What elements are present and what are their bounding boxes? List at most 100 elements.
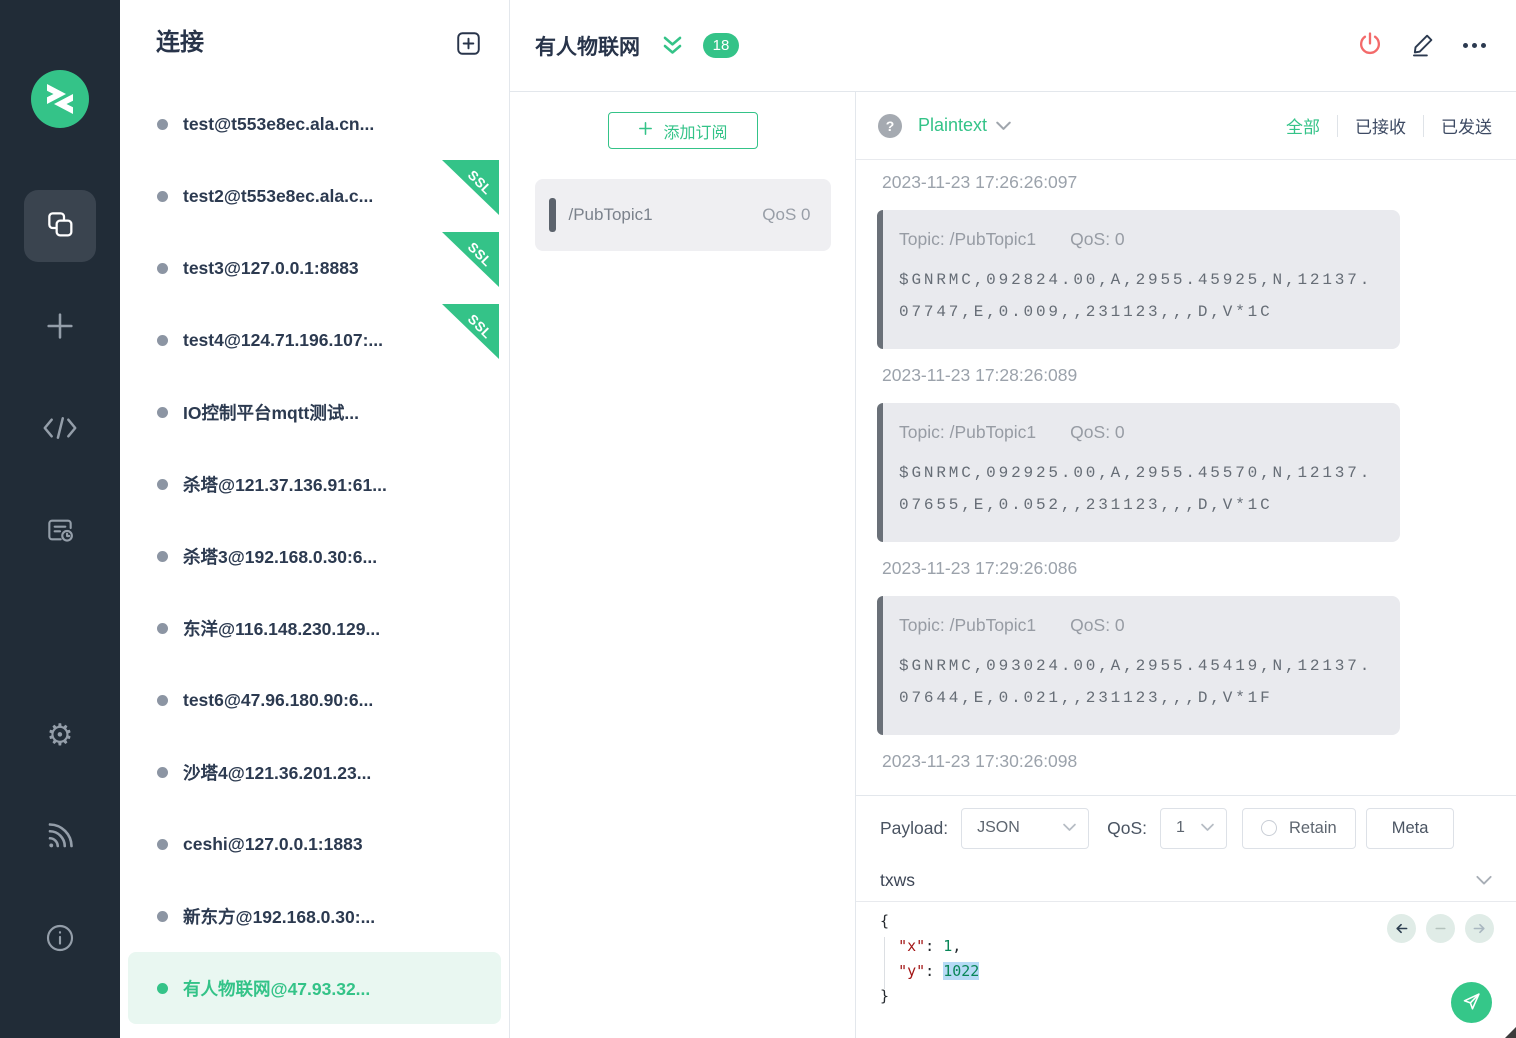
connections-panel-title: 连接: [156, 28, 204, 58]
subscription-item[interactable]: /PubTopic1 QoS 0: [535, 179, 831, 251]
radio-icon: [1261, 820, 1277, 836]
connection-label: 杀塔@121.37.136.91:61...: [183, 472, 387, 497]
publish-panel: Payload: JSON QoS: 1: [856, 795, 1516, 1038]
filter-published-tab[interactable]: 已发送: [1424, 113, 1492, 138]
left-nav-bar: ⚙: [0, 0, 120, 1038]
connections-list[interactable]: test@t553e8ec.ala.cn... test2@t553e8ec.a…: [120, 88, 509, 1038]
connection-label: test6@47.96.180.90:6...: [183, 690, 373, 711]
connection-item[interactable]: 沙塔4@121.36.201.23...: [120, 736, 509, 808]
connection-status-dot: [157, 191, 168, 202]
power-icon: [1356, 30, 1384, 61]
filter-received-tab[interactable]: 已接收: [1338, 113, 1423, 138]
payload-editor[interactable]: { "x": 1, "y": 1022}: [856, 902, 1516, 1038]
connection-item[interactable]: test2@t553e8ec.ala.c... SSL: [120, 160, 509, 232]
ssl-badge-label: SSL: [465, 167, 495, 197]
payload-type-value: JSON: [977, 819, 1020, 837]
connection-item[interactable]: 新东方@192.168.0.30:...: [120, 880, 509, 952]
connection-item[interactable]: 杀塔3@192.168.0.30:6...: [120, 520, 509, 592]
new-connection-button[interactable]: [454, 29, 483, 61]
message-group: 2023-11-23 17:29:26:086 Topic: /PubTopic…: [877, 558, 1516, 735]
send-button[interactable]: [1451, 982, 1492, 1023]
help-icon[interactable]: ?: [878, 114, 902, 138]
connection-title: 有人物联网: [535, 31, 640, 61]
connection-status-dot: [157, 119, 168, 130]
main-panel: 有人物联网 18: [510, 0, 1516, 1038]
history-forward-button[interactable]: [1465, 914, 1494, 943]
connection-status-dot: [157, 479, 168, 490]
ssl-badge-label: SSL: [465, 311, 495, 341]
code-line: }: [880, 984, 1516, 1009]
message-group: 2023-11-23 17:26:26:097 Topic: /PubTopic…: [877, 172, 1516, 349]
add-square-icon: [454, 46, 483, 61]
connection-item[interactable]: test3@127.0.0.1:8883 SSL: [120, 232, 509, 304]
paper-plane-icon: [1461, 991, 1482, 1015]
message-timestamp: 2023-11-23 17:28:26:089: [882, 365, 1516, 386]
ssl-badge: SSL: [442, 232, 499, 287]
message-card[interactable]: Topic: /PubTopic1 QoS: 0 $GNRMC,093024.0…: [877, 596, 1400, 735]
connection-status-dot: [157, 983, 168, 994]
connection-item[interactable]: ceshi@127.0.0.1:1883: [120, 808, 509, 880]
messages-list[interactable]: 2023-11-23 17:26:26:097 Topic: /PubTopic…: [856, 160, 1516, 795]
message-card[interactable]: Topic: /PubTopic1 QoS: 0 $GNRMC,092925.0…: [877, 403, 1400, 542]
subscription-color-bar: [549, 198, 556, 232]
filter-all-tab[interactable]: 全部: [1269, 113, 1337, 138]
connection-status-dot: [157, 695, 168, 706]
connection-item[interactable]: test4@124.71.196.107:... SSL: [120, 304, 509, 376]
message-timestamp: 2023-11-23 17:29:26:086: [882, 558, 1516, 579]
message-filters: 全部 已接收 已发送: [1269, 113, 1492, 138]
message-card[interactable]: Topic: /PubTopic1 QoS: 0 $GNRMC,092824.0…: [877, 210, 1400, 349]
connection-status-dot: [157, 263, 168, 274]
sidebar-feed-button[interactable]: [24, 802, 96, 874]
connection-status-dot: [157, 407, 168, 418]
chevron-down-icon: [1476, 870, 1492, 891]
connection-label: test4@124.71.196.107:...: [183, 330, 383, 351]
connection-label: test@t553e8ec.ala.cn...: [183, 114, 374, 135]
code-icon: [42, 413, 78, 448]
message-payload: $GNRMC,092925.00,A,2955.45570,N,12137.07…: [899, 458, 1378, 521]
meta-button[interactable]: Meta: [1366, 808, 1455, 849]
add-subscription-button[interactable]: 添加订阅: [608, 112, 758, 149]
add-subscription-label: 添加订阅: [663, 119, 727, 143]
sidebar-log-button[interactable]: [24, 496, 96, 568]
connection-label: test3@127.0.0.1:8883: [183, 258, 359, 279]
message-topic: Topic: /PubTopic1: [899, 615, 1036, 636]
connection-label: ceshi@127.0.0.1:1883: [183, 834, 363, 855]
sidebar-new-connection-button[interactable]: [24, 292, 96, 364]
payload-type-select[interactable]: JSON: [961, 808, 1089, 849]
qos-select[interactable]: 1: [1160, 808, 1227, 849]
message-qos: QoS: 0: [1070, 229, 1124, 250]
sidebar-settings-button[interactable]: ⚙: [24, 700, 96, 772]
edit-connection-button[interactable]: [1410, 31, 1437, 61]
plus-icon: [43, 309, 77, 348]
sidebar-script-button[interactable]: [24, 394, 96, 466]
sidebar-connections-button[interactable]: [24, 190, 96, 262]
chevron-down-icon[interactable]: [996, 121, 1011, 131]
message-group: 2023-11-23 17:28:26:089 Topic: /PubTopic…: [877, 365, 1516, 542]
chevron-down-icon: [1063, 819, 1076, 837]
connection-item[interactable]: test@t553e8ec.ala.cn...: [120, 88, 509, 160]
connection-status-dot: [157, 767, 168, 778]
sidebar-about-button[interactable]: [24, 904, 96, 976]
connection-item[interactable]: 东洋@116.148.230.129...: [120, 592, 509, 664]
connection-item[interactable]: 有人物联网@47.93.32...: [128, 952, 501, 1024]
retain-label: Retain: [1289, 819, 1337, 838]
connections-panel: 连接 test@t553e8ec.ala.cn... test2@t553e8e…: [120, 0, 510, 1038]
connection-label: 沙塔4@121.36.201.23...: [183, 760, 371, 785]
publish-topic-row[interactable]: txws: [856, 860, 1516, 902]
disconnect-button[interactable]: [1356, 30, 1384, 61]
collapse-panel-icon[interactable]: [659, 33, 686, 59]
history-back-button[interactable]: [1387, 914, 1416, 943]
log-icon: [44, 514, 76, 551]
connection-item[interactable]: test6@47.96.180.90:6...: [120, 664, 509, 736]
retain-toggle[interactable]: Retain: [1242, 808, 1356, 849]
ssl-badge-label: SSL: [465, 239, 495, 269]
history-clear-button[interactable]: [1426, 914, 1455, 943]
ssl-badge: SSL: [442, 160, 499, 215]
qos-value: 1: [1176, 819, 1185, 837]
payload-format-select[interactable]: Plaintext: [918, 115, 987, 136]
connection-item[interactable]: IO控制平台mqtt测试...: [120, 376, 509, 448]
connection-item[interactable]: 杀塔@121.37.136.91:61...: [120, 448, 509, 520]
message-qos: QoS: 0: [1070, 615, 1124, 636]
more-options-button[interactable]: [1463, 43, 1486, 48]
connection-label: 杀塔3@192.168.0.30:6...: [183, 544, 377, 569]
